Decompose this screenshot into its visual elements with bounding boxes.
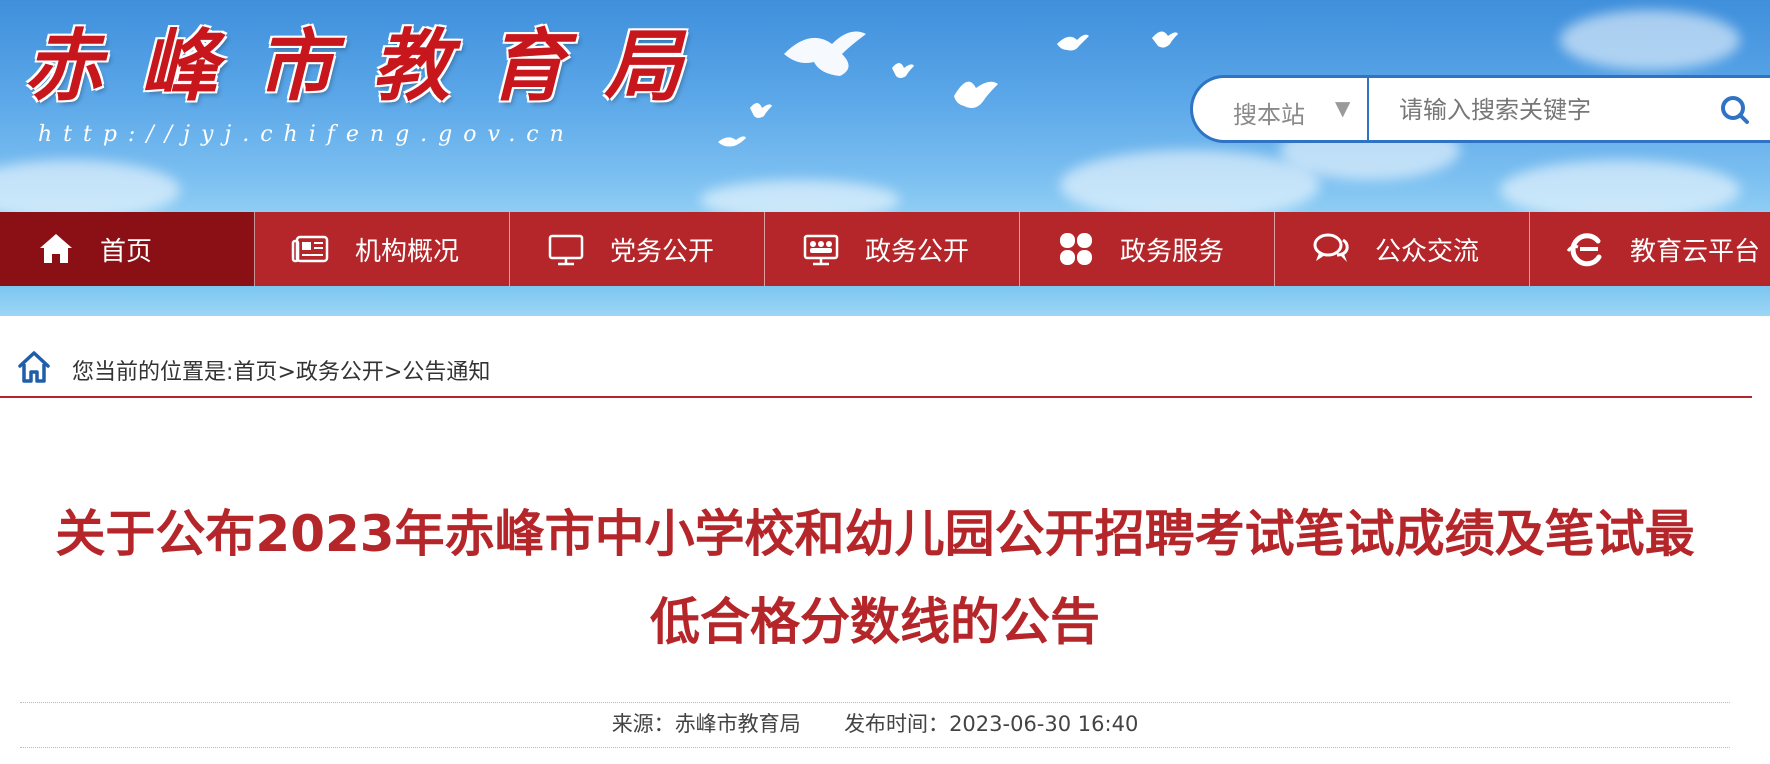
breadcrumb-link-government-affairs[interactable]: 政务公开 [296, 360, 384, 385]
nav-item-government-affairs[interactable]: 政务公开 [765, 212, 1020, 286]
dove-icon [1057, 34, 1089, 51]
breadcrumb: 您当前的位置是:首页>政务公开>公告通知 [0, 348, 1752, 398]
nav-item-government-services[interactable]: 政务服务 [1020, 212, 1275, 286]
nav-item-public-exchange[interactable]: 公众交流 [1275, 212, 1530, 286]
header-banner: 赤峰市教育局 http://jyj.chifeng.gov.cn 搜本站 ▼ [0, 0, 1770, 212]
nav-item-label: 教育云平台 [1630, 236, 1761, 267]
source-label: 来源： [611, 712, 675, 736]
search-scope-select[interactable]: 搜本站 ▼ [1193, 78, 1369, 140]
search-icon [1721, 96, 1749, 124]
breadcrumb-text: 您当前的位置是:首页>政务公开>公告通知 [72, 354, 490, 386]
nav-item-party-affairs[interactable]: 党务公开 [510, 212, 765, 286]
breadcrumb-prefix: 您当前的位置是: [72, 360, 234, 385]
clover-icon [1060, 233, 1092, 265]
search-input[interactable] [1397, 88, 1701, 132]
nav-item-label: 机构概况 [355, 236, 460, 267]
article-source: 赤峰市教育局 [674, 712, 801, 736]
cloud-e-icon [1566, 233, 1602, 267]
home-icon [18, 351, 50, 383]
dove-icon [1152, 31, 1178, 48]
header-bottom-strip [0, 286, 1770, 316]
publish-time: 2023-06-30 16:40 [949, 712, 1139, 736]
nav-item-home[interactable]: 首页 [0, 212, 255, 286]
nav-item-education-cloud[interactable]: 教育云平台 [1530, 212, 1770, 286]
dove-icon [718, 136, 746, 147]
cloud-decoration [1060, 150, 1320, 212]
dropdown-arrow-icon: ▼ [1335, 96, 1351, 120]
publish-time-label: 发布时间： [844, 712, 950, 736]
dove-icon [784, 31, 866, 77]
dove-icon [750, 103, 772, 118]
breadcrumb-separator: > [277, 360, 296, 385]
cloud-decoration [1560, 10, 1740, 70]
cloud-decoration [0, 160, 180, 212]
dove-icon [892, 63, 914, 78]
article-meta: 来源：赤峰市教育局 发布时间：2023-06-30 16:40 [20, 702, 1730, 748]
dove-icon [954, 81, 998, 108]
newspaper-icon [291, 235, 329, 263]
nav-item-label: 首页 [100, 236, 153, 267]
nav-item-label: 政务公开 [865, 236, 970, 267]
breadcrumb-separator: > [383, 360, 403, 385]
article-title: 关于公布2023年赤峰市中小学校和幼儿园公开招聘考试笔试成绩及笔试最 低合格分数… [20, 490, 1730, 666]
main-nav: 首页 机构概况 党务公开 政务公开 政务服务 公众交流 教育云平台 [0, 212, 1770, 286]
search-box: 搜本站 ▼ [1190, 75, 1770, 143]
nav-item-organization[interactable]: 机构概况 [255, 212, 510, 286]
search-button[interactable] [1715, 90, 1755, 130]
article-title-line: 低合格分数线的公告 [650, 593, 1100, 651]
board-icon [803, 234, 839, 266]
breadcrumb-link-home[interactable]: 首页 [233, 360, 277, 385]
breadcrumb-link-notices[interactable]: 公告通知 [402, 360, 490, 385]
nav-item-label: 公众交流 [1375, 236, 1480, 267]
chat-icon [1313, 233, 1349, 262]
cloud-decoration [700, 180, 900, 212]
nav-item-label: 政务服务 [1120, 236, 1225, 267]
cloud-decoration [1500, 160, 1740, 212]
article-title-line: 关于公布2023年赤峰市中小学校和幼儿园公开招聘考试笔试成绩及笔试最 [55, 505, 1695, 563]
monitor-icon [548, 234, 584, 266]
site-logo[interactable]: 赤峰市教育局 [24, 22, 720, 112]
nav-item-label: 党务公开 [610, 236, 715, 267]
home-icon [40, 234, 72, 263]
site-url: http://jyj.chifeng.gov.cn [38, 122, 575, 147]
search-scope-label: 搜本站 [1233, 101, 1305, 129]
